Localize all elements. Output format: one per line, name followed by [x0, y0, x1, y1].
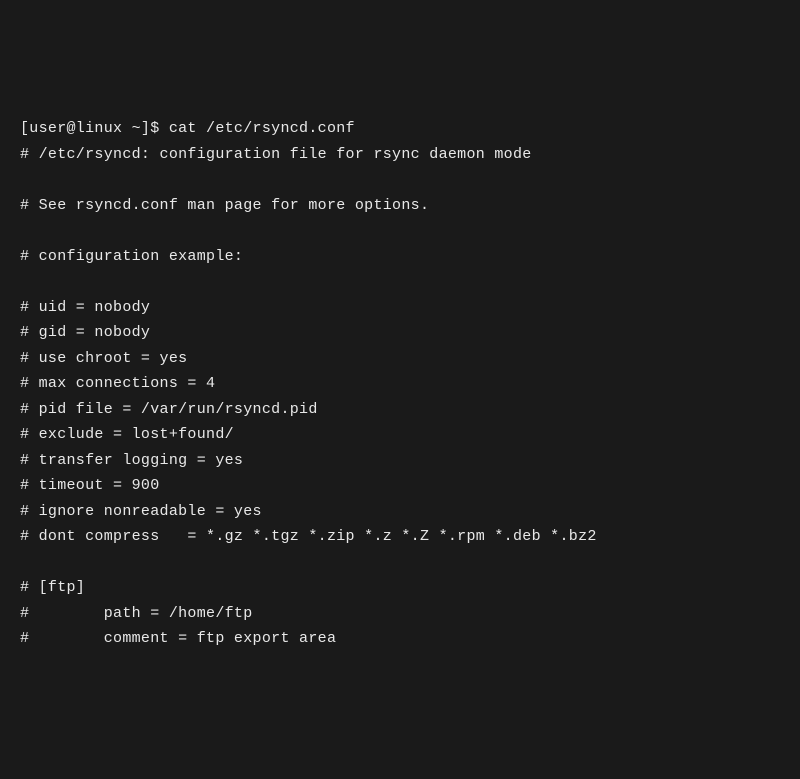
terminal-line: # dont compress = *.gz *.tgz *.zip *.z *… [20, 524, 780, 550]
terminal-line [20, 269, 780, 295]
terminal-line [20, 550, 780, 576]
terminal-line: # pid file = /var/run/rsyncd.pid [20, 397, 780, 423]
terminal-line: # /etc/rsyncd: configuration file for rs… [20, 142, 780, 168]
terminal-line: # path = /home/ftp [20, 601, 780, 627]
terminal-line: # timeout = 900 [20, 473, 780, 499]
terminal-line: # gid = nobody [20, 320, 780, 346]
terminal-line: # comment = ftp export area [20, 626, 780, 652]
terminal-line: # use chroot = yes [20, 346, 780, 372]
terminal-line: # configuration example: [20, 244, 780, 270]
terminal-line [20, 218, 780, 244]
terminal-line: # transfer logging = yes [20, 448, 780, 474]
terminal-line: # exclude = lost+found/ [20, 422, 780, 448]
terminal-line: # ignore nonreadable = yes [20, 499, 780, 525]
terminal-line: # [ftp] [20, 575, 780, 601]
terminal-line: [user@linux ~]$ cat /etc/rsyncd.conf [20, 116, 780, 142]
terminal-line: # max connections = 4 [20, 371, 780, 397]
terminal-line [20, 167, 780, 193]
terminal-line: # uid = nobody [20, 295, 780, 321]
terminal-line: # See rsyncd.conf man page for more opti… [20, 193, 780, 219]
terminal-output: [user@linux ~]$ cat /etc/rsyncd.conf# /e… [20, 116, 780, 652]
